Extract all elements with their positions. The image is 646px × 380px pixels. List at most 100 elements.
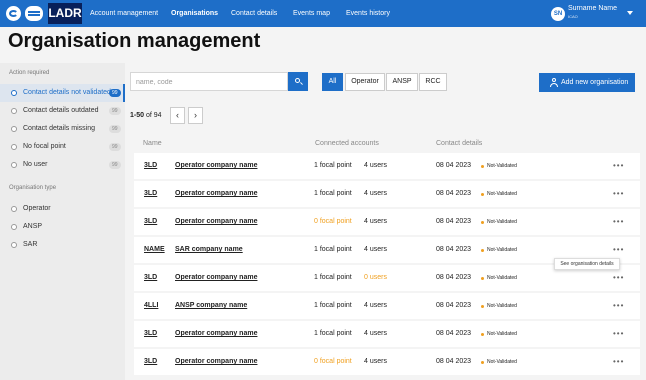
- pagination-summary: 1-50 of 94: [130, 112, 162, 119]
- sidebar-item-outdated[interactable]: Contact details outdated 99: [0, 102, 125, 120]
- contact-date: 08 04 2023: [436, 274, 472, 281]
- status-dot-icon: [481, 277, 484, 280]
- sidebar-item-not-validated[interactable]: Contact details not validated 99: [0, 84, 125, 102]
- org-code-link[interactable]: 3LD: [144, 321, 157, 347]
- table-row[interactable]: 3LD Operator company name 1 focal point 4 u…: [134, 153, 640, 179]
- more-actions-icon[interactable]: •••: [613, 209, 624, 235]
- org-name-link[interactable]: Operator company name: [175, 153, 257, 179]
- sidebar-item-label: Contact details missing: [23, 125, 95, 132]
- status-dot-icon: [481, 305, 484, 308]
- radio-icon: [11, 242, 17, 248]
- search-button[interactable]: [288, 72, 308, 91]
- nav-account-management[interactable]: Account management: [90, 0, 158, 27]
- status-label: Not-Validated: [487, 331, 517, 337]
- focal-point-count: 1 focal point: [314, 302, 352, 309]
- nav-organisations[interactable]: Organisations: [171, 0, 218, 27]
- focal-point-count: 0 focal point: [314, 218, 352, 225]
- more-actions-icon[interactable]: •••: [613, 293, 624, 319]
- nav-events-history[interactable]: Events history: [346, 0, 390, 27]
- sidebar-item-label: Operator: [23, 205, 51, 212]
- sidebar-item-operator[interactable]: Operator: [0, 200, 125, 218]
- count-badge: 99: [109, 125, 121, 133]
- sidebar-item-no-focal-point[interactable]: No focal point 99: [0, 138, 125, 156]
- table-row[interactable]: 3LD Operator company name 0 focal point 4 u…: [134, 349, 640, 375]
- org-name-link[interactable]: Operator company name: [175, 265, 257, 291]
- status-label: Not-Validated: [487, 219, 517, 225]
- sidebar-item-label: ANSP: [23, 223, 43, 230]
- sidebar-item-label: No focal point: [23, 143, 66, 150]
- user-count: 4 users: [364, 330, 387, 337]
- org-code-link[interactable]: 3LD: [144, 153, 157, 179]
- chevron-down-icon[interactable]: [627, 11, 633, 15]
- status-dot-icon: [481, 193, 484, 196]
- prev-page-button[interactable]: ‹: [170, 107, 185, 124]
- table-row[interactable]: 3LD Operator company name 0 focal point 4 u…: [134, 209, 640, 235]
- contact-date: 08 04 2023: [436, 330, 472, 337]
- sidebar-item-label: Contact details not validated: [23, 89, 111, 96]
- filter-ansp[interactable]: ANSP: [386, 73, 418, 91]
- column-header-name: Name: [143, 140, 162, 147]
- filter-all[interactable]: All: [322, 73, 343, 91]
- sidebar-heading-type: Organisation type: [9, 185, 57, 191]
- status-dot-icon: [481, 221, 484, 224]
- org-name-link[interactable]: ANSP company name: [175, 293, 247, 319]
- contact-date: 08 04 2023: [436, 162, 472, 169]
- org-name-link[interactable]: SAR company name: [175, 237, 243, 263]
- sidebar-heading-action: Action required: [9, 70, 50, 76]
- focal-point-count: 1 focal point: [314, 190, 352, 197]
- contact-date: 08 04 2023: [436, 190, 472, 197]
- radio-icon: [11, 90, 17, 96]
- next-page-button[interactable]: ›: [188, 107, 203, 124]
- org-name-link[interactable]: Operator company name: [175, 209, 257, 235]
- nav-contact-details[interactable]: Contact details: [231, 0, 277, 27]
- nav-events-map[interactable]: Events map: [293, 0, 330, 27]
- user-count: 4 users: [364, 302, 387, 309]
- org-code-link[interactable]: 3LD: [144, 209, 157, 235]
- contact-date: 08 04 2023: [436, 218, 472, 225]
- app-brand[interactable]: LADR: [48, 3, 82, 24]
- org-code-link[interactable]: 4LLI: [144, 293, 158, 319]
- focal-point-count: 1 focal point: [314, 162, 352, 169]
- more-actions-icon[interactable]: •••: [613, 321, 624, 347]
- radio-icon: [11, 162, 17, 168]
- radio-icon: [11, 206, 17, 212]
- org-name-link[interactable]: Operator company name: [175, 321, 257, 347]
- more-actions-icon[interactable]: •••: [613, 181, 624, 207]
- filter-sidebar: Action required Contact details not vali…: [0, 63, 125, 380]
- sidebar-item-sar[interactable]: SAR: [0, 236, 125, 254]
- org-code-link[interactable]: NAME: [144, 237, 165, 263]
- column-header-contact: Contact details: [436, 140, 483, 147]
- contact-date: 08 04 2023: [436, 246, 472, 253]
- contact-date: 08 04 2023: [436, 302, 472, 309]
- more-actions-icon[interactable]: •••: [613, 153, 624, 179]
- pagination-range: 1-50: [130, 112, 145, 119]
- org-code-link[interactable]: 3LD: [144, 349, 157, 375]
- sidebar-item-label: SAR: [23, 241, 38, 248]
- sidebar-item-label: No user: [23, 161, 48, 168]
- user-count: 0 users: [364, 274, 387, 281]
- table-row[interactable]: 4LLI ANSP company name 1 focal point 4 user…: [134, 293, 640, 319]
- more-actions-icon[interactable]: •••: [613, 349, 624, 375]
- org-name-link[interactable]: Operator company name: [175, 349, 257, 375]
- status-label: Not-Validated: [487, 359, 517, 365]
- org-code-link[interactable]: 3LD: [144, 181, 157, 207]
- sidebar-item-no-user[interactable]: No user 99: [0, 156, 125, 174]
- user-count: 4 users: [364, 246, 387, 253]
- org-name-link[interactable]: Operator company name: [175, 181, 257, 207]
- status-label: Not-Validated: [487, 247, 517, 253]
- sidebar-item-ansp[interactable]: ANSP: [0, 218, 125, 236]
- user-name[interactable]: Surname Name: [568, 5, 617, 12]
- filter-rcc[interactable]: RCC: [419, 73, 447, 91]
- add-organisation-button[interactable]: Add new organisation: [539, 73, 635, 92]
- user-avatar[interactable]: SN: [551, 7, 565, 21]
- filter-operator[interactable]: Operator: [345, 73, 385, 91]
- status-label: Not-Validated: [487, 303, 517, 309]
- user-count: 4 users: [364, 358, 387, 365]
- org-code-link[interactable]: 3LD: [144, 265, 157, 291]
- focal-point-count: 1 focal point: [314, 330, 352, 337]
- count-badge: 99: [109, 161, 121, 169]
- search-input[interactable]: [136, 76, 286, 88]
- table-row[interactable]: 3LD Operator company name 1 focal point 4 u…: [134, 181, 640, 207]
- table-row[interactable]: 3LD Operator company name 1 focal point 4 u…: [134, 321, 640, 347]
- sidebar-item-missing[interactable]: Contact details missing 99: [0, 120, 125, 138]
